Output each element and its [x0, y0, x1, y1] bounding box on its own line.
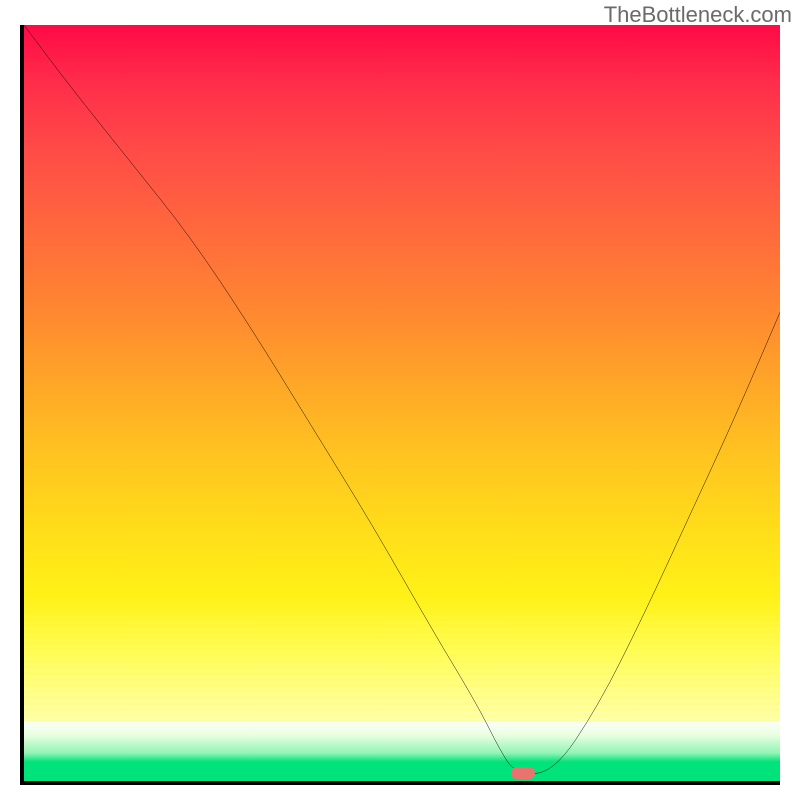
watermark-text: TheBottleneck.com: [604, 2, 792, 28]
optimal-marker: [511, 767, 535, 779]
plot-frame: [20, 25, 780, 785]
bottleneck-curve: [24, 25, 780, 773]
chart-container: TheBottleneck.com: [0, 0, 800, 800]
curve-layer: [24, 25, 780, 781]
